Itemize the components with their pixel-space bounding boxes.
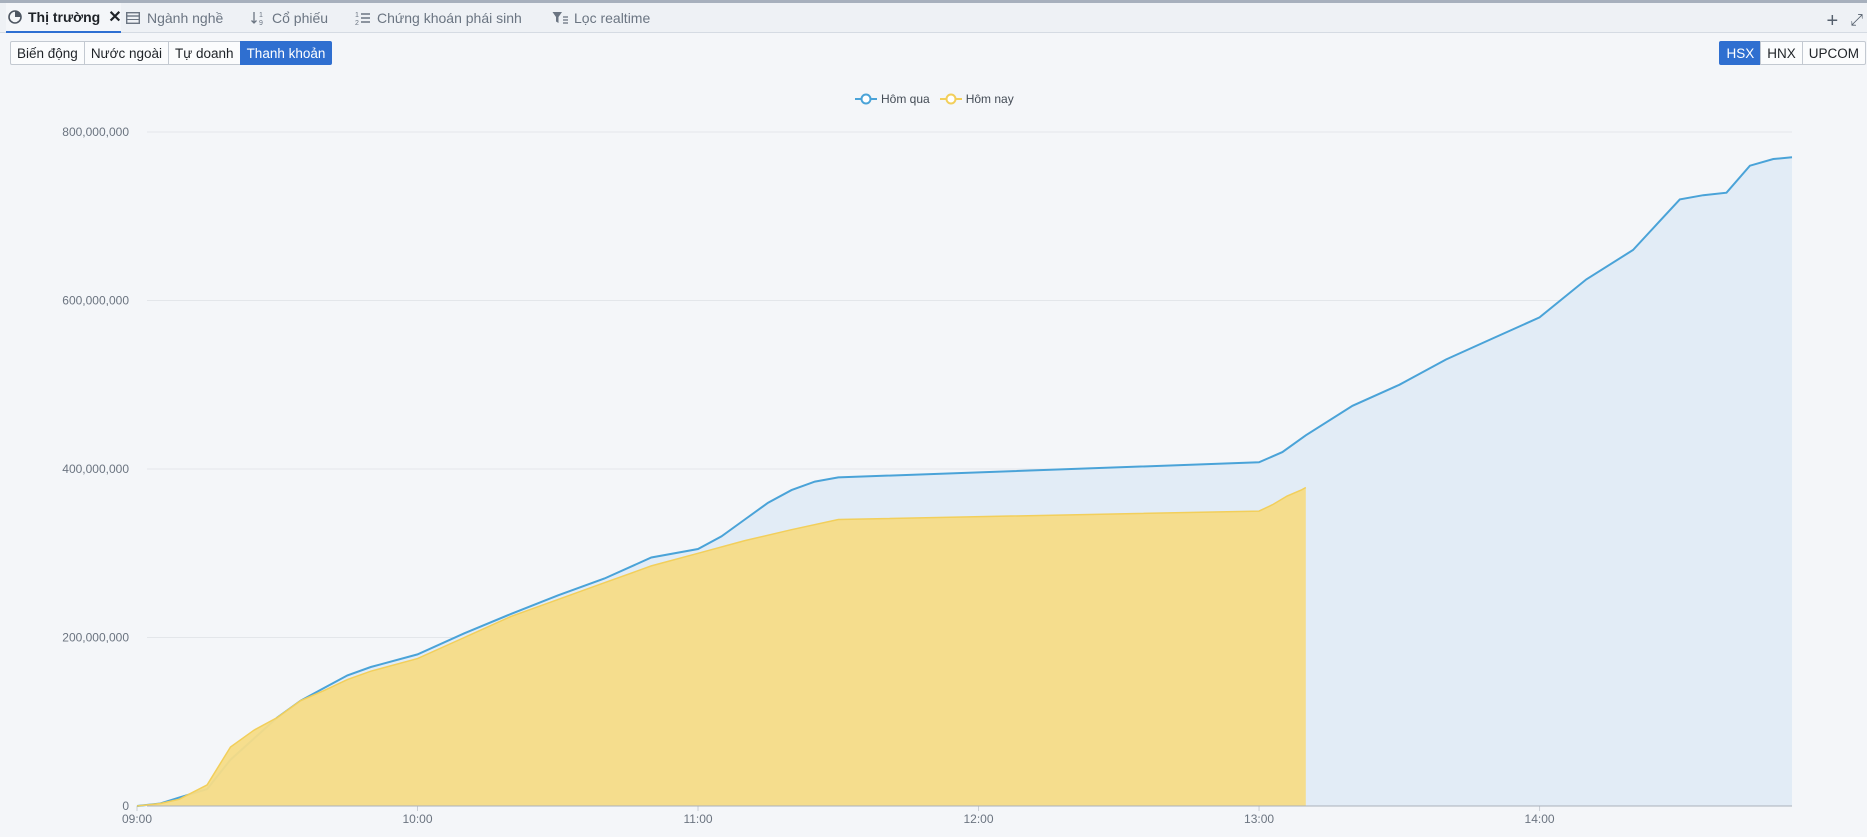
tab-loc-realtime[interactable]: Lọc realtime bbox=[552, 3, 650, 33]
tab-label: Chứng khoán phái sinh bbox=[377, 10, 522, 26]
y-tick-label: 600,000,000 bbox=[62, 294, 129, 308]
nuoc-ngoai-button[interactable]: Nước ngoài bbox=[83, 41, 169, 65]
exchange-buttons: HSX HNX UPCOM bbox=[1719, 41, 1866, 65]
tab-bar: Thị trường ✕ Ngành nghề 19 Cổ phiếu 12 C… bbox=[0, 3, 1867, 33]
tab-label: Ngành nghề bbox=[147, 10, 224, 26]
x-tick-label: 14:00 bbox=[1525, 812, 1555, 826]
expand-icon[interactable]: ⤢ bbox=[1850, 12, 1863, 30]
tab-label: Lọc realtime bbox=[574, 10, 651, 26]
y-tick-label: 800,000,000 bbox=[62, 125, 129, 139]
svg-text:9: 9 bbox=[259, 20, 263, 26]
tab-thi-truong[interactable]: Thị trường ✕ bbox=[6, 3, 122, 33]
tab-label: Cổ phiếu bbox=[272, 10, 329, 26]
y-tick-label: 200,000,000 bbox=[62, 631, 129, 645]
x-tick-label: 12:00 bbox=[964, 812, 994, 826]
svg-text:1: 1 bbox=[259, 12, 263, 19]
table-icon bbox=[125, 10, 141, 26]
y-tick-label: 400,000,000 bbox=[62, 462, 129, 476]
x-tick-label: 13:00 bbox=[1244, 812, 1274, 826]
tab-nganh-nghe[interactable]: Ngành nghề bbox=[125, 3, 223, 33]
sort-icon: 19 bbox=[250, 10, 266, 26]
pie-chart-icon bbox=[8, 9, 22, 25]
tab-tools: + ⤢ bbox=[1827, 6, 1864, 36]
svg-text:2: 2 bbox=[355, 20, 359, 26]
tab-co-phieu[interactable]: 19 Cổ phiếu bbox=[250, 3, 328, 33]
x-tick-label: 10:00 bbox=[402, 812, 432, 826]
tab-label: Thị trường bbox=[28, 9, 101, 25]
svg-text:1: 1 bbox=[355, 12, 359, 19]
thanh-khoan-button[interactable]: Thanh khoản bbox=[239, 41, 333, 65]
liquidity-chart: 0 200,000,000 400,000,000 600,000,000 800,00… bbox=[62, 125, 1793, 826]
close-tab-icon[interactable]: ✕ bbox=[108, 7, 121, 27]
bien-dong-button[interactable]: Biến động bbox=[10, 41, 85, 65]
numbered-list-icon: 12 bbox=[355, 10, 371, 26]
y-tick-label: 0 bbox=[122, 799, 129, 813]
hnx-button[interactable]: HNX bbox=[1760, 41, 1803, 65]
hsx-button[interactable]: HSX bbox=[1719, 41, 1762, 65]
plus-icon[interactable]: + bbox=[1827, 10, 1839, 33]
tab-chung-khoan-phai-sinh[interactable]: 12 Chứng khoán phái sinh bbox=[355, 3, 522, 33]
tu-doanh-button[interactable]: Tự doanh bbox=[167, 41, 241, 65]
x-tick-label: 09:00 bbox=[122, 812, 152, 826]
view-mode-buttons: Biến động Nước ngoài Tự doanh Thanh khoả… bbox=[10, 41, 333, 65]
upcom-button[interactable]: UPCOM bbox=[1801, 41, 1866, 65]
x-tick-label: 11:00 bbox=[683, 812, 712, 826]
filter-icon bbox=[552, 10, 568, 26]
